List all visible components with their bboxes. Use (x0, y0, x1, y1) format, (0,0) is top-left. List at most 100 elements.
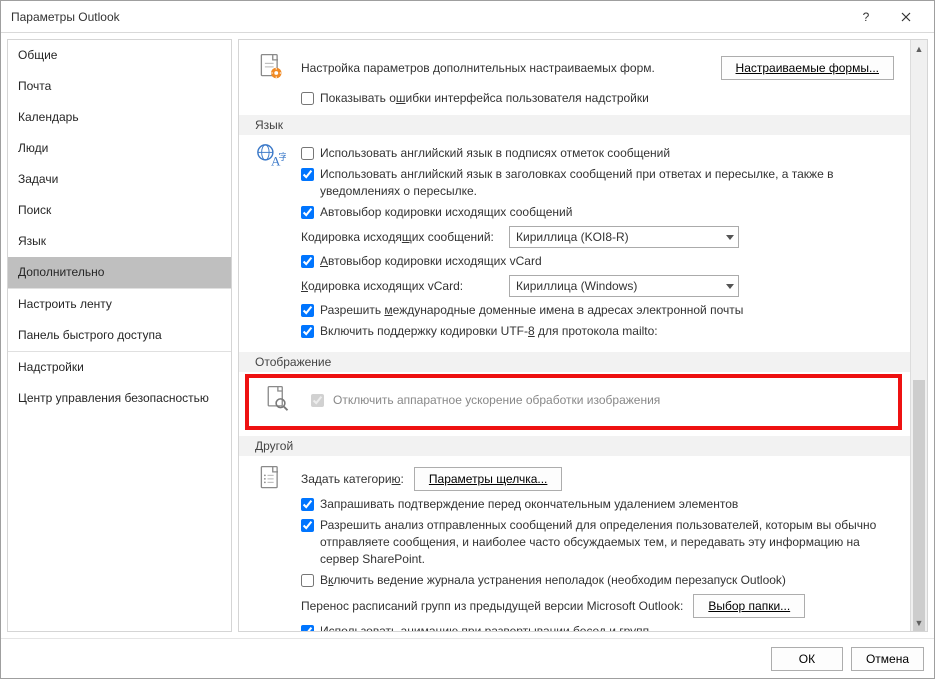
language-icon: A 字 (255, 143, 287, 175)
sidebar-item-people[interactable]: Люди (8, 133, 231, 164)
migrate-folder-button-label: Выбор папки... (708, 599, 790, 613)
set-category-row: Задать категорию: Параметры щелчка... (301, 464, 894, 494)
cancel-button-label: Отмена (866, 652, 909, 666)
titlebar: Параметры Outlook ? (1, 1, 934, 33)
vertical-scrollbar[interactable]: ▲ ▼ (910, 40, 927, 631)
sidebar-item-addins[interactable]: Надстройки (8, 352, 231, 383)
enc-out-label: Кодировка исходящих сообщений: (301, 230, 501, 244)
en-flags-label: Использовать английский язык в подписях … (320, 145, 878, 162)
en-flags-checkbox[interactable] (301, 147, 314, 160)
enc-vcard-row: Кодировка исходящих vCard: Кириллица (Wi… (301, 272, 894, 300)
allow-analysis-row: Разрешить анализ отправленных сообщений … (301, 515, 894, 570)
utf8-mailto-row: Включить поддержку кодировки UTF-8 для п… (301, 321, 894, 342)
hw-accel-row: Отключить аппаратное ускорение обработки… (253, 384, 894, 416)
svg-text:字: 字 (279, 151, 287, 163)
en-headers-checkbox[interactable] (301, 168, 314, 181)
forms-icon (255, 52, 287, 84)
auto-enc-out-checkbox[interactable] (301, 206, 314, 219)
show-addin-errors-row: Показывать ошибки интерфейса пользовател… (239, 88, 910, 109)
click-params-button-label: Параметры щелчка... (429, 472, 548, 486)
sidebar-item-trust-center[interactable]: Центр управления безопасностью (8, 383, 231, 414)
sidebar-item-label: Настроить ленту (18, 297, 112, 311)
chevron-down-icon (726, 235, 734, 240)
click-params-button[interactable]: Параметры щелчка... (414, 467, 563, 491)
section-header-display: Отображение (239, 352, 910, 372)
sidebar-item-label: Дополнительно (18, 265, 104, 279)
sidebar-item-label: Люди (18, 141, 48, 155)
sidebar-item-label: Панель быстрого доступа (18, 328, 162, 342)
sidebar-item-label: Общие (18, 48, 57, 62)
dialog-body: Общие Почта Календарь Люди Задачи Поиск … (1, 33, 934, 638)
ok-button[interactable]: ОК (771, 647, 843, 671)
utf8-mailto-checkbox[interactable] (301, 325, 314, 338)
lang-options-group: Использовать английский язык в подписях … (301, 143, 894, 342)
sidebar-item-customize-ribbon[interactable]: Настроить ленту (8, 289, 231, 320)
sidebar-item-label: Календарь (18, 110, 79, 124)
scroll-thumb[interactable] (913, 380, 925, 632)
sidebar-item-general[interactable]: Общие (8, 40, 231, 71)
content-scroll-area: Настройка параметров дополнительных наст… (239, 40, 910, 631)
enc-out-combo[interactable]: Кириллица (KOI8-R) (509, 226, 739, 248)
set-category-label: Задать категорию: (301, 472, 404, 486)
animation-label: Использовать анимацию при развертывании … (320, 623, 878, 631)
idn-label: Разрешить международные доменные имена в… (320, 302, 878, 319)
show-addin-errors-checkbox[interactable] (301, 92, 314, 105)
idn-checkbox[interactable] (301, 304, 314, 317)
sidebar-item-calendar[interactable]: Календарь (8, 102, 231, 133)
confirm-delete-label: Запрашивать подтверждение перед окончате… (320, 496, 878, 513)
en-flags-row: Использовать английский язык в подписях … (301, 143, 894, 164)
document-search-icon (261, 384, 293, 416)
migrate-groups-row: Перенос расписаний групп из предыдущей в… (301, 591, 894, 621)
hw-accel-checkbox[interactable] (311, 394, 324, 407)
sidebar-item-search[interactable]: Поиск (8, 195, 231, 226)
sidebar-item-mail[interactable]: Почта (8, 71, 231, 102)
window-title: Параметры Outlook (11, 10, 846, 24)
enc-vcard-combo[interactable]: Кириллица (Windows) (509, 275, 739, 297)
list-icon (255, 464, 287, 496)
sidebar-item-tasks[interactable]: Задачи (8, 164, 231, 195)
sidebar-item-advanced[interactable]: Дополнительно (8, 257, 231, 288)
auto-enc-vcard-label: Автовыбор кодировки исходящих vCard (320, 253, 878, 270)
sidebar-item-quick-access[interactable]: Панель быстрого доступа (8, 320, 231, 351)
idn-row: Разрешить международные доменные имена в… (301, 300, 894, 321)
section-header-other: Другой (239, 436, 910, 456)
sidebar-item-label: Язык (18, 234, 46, 248)
lang-icon-row: A 字 Использовать английский язык в подпи… (239, 135, 910, 346)
dialog-footer: ОК Отмена (1, 638, 934, 678)
close-button[interactable] (886, 2, 926, 32)
scroll-up-arrow[interactable]: ▲ (911, 40, 927, 57)
en-headers-row: Использовать английский язык в заголовка… (301, 164, 894, 202)
highlighted-option-box: Отключить аппаратное ускорение обработки… (245, 374, 902, 430)
custom-forms-button-label: Настраиваемые формы... (736, 61, 879, 75)
other-options-group: Задать категорию: Параметры щелчка... За… (301, 464, 894, 631)
enc-out-value: Кириллица (KOI8-R) (516, 230, 629, 244)
enc-vcard-value: Кириллица (Windows) (516, 279, 637, 293)
show-addin-errors-label: Показывать ошибки интерфейса пользовател… (320, 90, 894, 107)
options-dialog: Параметры Outlook ? Общие Почта Календар… (0, 0, 935, 679)
hw-accel-option: Отключить аппаратное ускорение обработки… (307, 391, 886, 410)
custom-forms-desc: Настройка параметров дополнительных наст… (301, 60, 707, 77)
ok-button-label: ОК (799, 652, 815, 666)
hw-accel-label: Отключить аппаратное ускорение обработки… (333, 393, 660, 407)
auto-enc-out-label: Автовыбор кодировки исходящих сообщений (320, 204, 878, 221)
auto-enc-vcard-checkbox[interactable] (301, 255, 314, 268)
animation-checkbox[interactable] (301, 625, 314, 631)
help-button[interactable]: ? (846, 2, 886, 32)
custom-forms-button[interactable]: Настраиваемые формы... (721, 56, 894, 80)
auto-enc-out-row: Автовыбор кодировки исходящих сообщений (301, 202, 894, 223)
confirm-delete-checkbox[interactable] (301, 498, 314, 511)
troubleshoot-log-checkbox[interactable] (301, 574, 314, 587)
enc-vcard-label: Кодировка исходящих vCard: (301, 279, 501, 293)
help-icon: ? (863, 10, 870, 24)
cancel-button[interactable]: Отмена (851, 647, 924, 671)
en-headers-label: Использовать английский язык в заголовка… (320, 166, 878, 200)
close-icon (901, 12, 911, 22)
troubleshoot-log-label: Включить ведение журнала устранения непо… (320, 572, 878, 589)
scroll-down-arrow[interactable]: ▼ (911, 614, 927, 631)
allow-analysis-checkbox[interactable] (301, 519, 314, 532)
migrate-folder-button[interactable]: Выбор папки... (693, 594, 805, 618)
sidebar-item-language[interactable]: Язык (8, 226, 231, 257)
sidebar-item-label: Почта (18, 79, 51, 93)
enc-out-row: Кодировка исходящих сообщений: Кириллица… (301, 223, 894, 251)
utf8-mailto-label: Включить поддержку кодировки UTF-8 для п… (320, 323, 878, 340)
